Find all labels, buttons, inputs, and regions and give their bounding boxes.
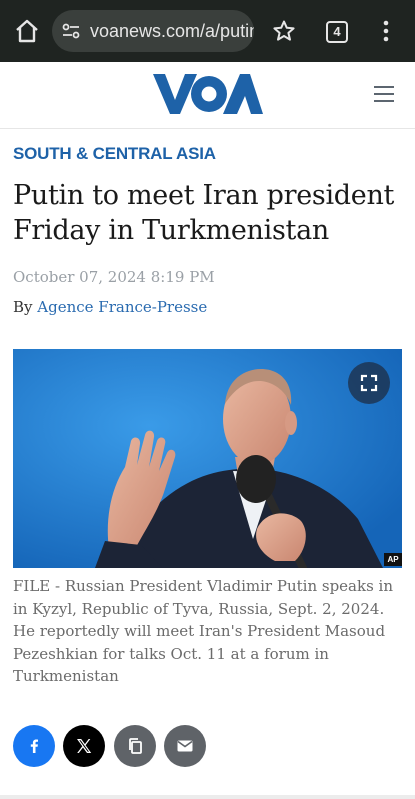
article-category[interactable]: SOUTH & CENTRAL ASIA [13, 144, 216, 164]
author-link[interactable]: Agence France-Presse [37, 298, 207, 316]
email-icon [177, 740, 193, 752]
photo-illustration [13, 349, 402, 568]
photo-credit-badge: AP [384, 553, 402, 566]
fullscreen-button[interactable] [348, 362, 390, 404]
article-byline: By Agence France-Presse [13, 298, 207, 316]
article-headline: Putin to meet Iran president Friday in T… [13, 180, 395, 246]
fullscreen-icon [360, 374, 378, 392]
byline-prefix: By [13, 298, 33, 316]
home-icon[interactable] [14, 18, 40, 44]
address-bar[interactable]: voanews.com/a/putin [52, 10, 254, 52]
more-vert-icon[interactable] [381, 19, 391, 43]
facebook-icon [30, 739, 38, 753]
photo-caption: FILE - Russian President Vladimir Putin … [13, 577, 394, 685]
url-text[interactable]: voanews.com/a/putin [90, 21, 254, 42]
share-facebook-button[interactable] [13, 725, 55, 767]
copy-icon [129, 738, 142, 754]
menu-icon[interactable] [374, 86, 394, 102]
voa-logo[interactable] [153, 72, 263, 116]
share-email-button[interactable] [164, 725, 206, 767]
x-logo-icon [77, 739, 92, 753]
star-icon[interactable] [272, 19, 296, 43]
article-date: October 07, 2024 8:19 PM [13, 268, 215, 286]
tabs-icon[interactable]: 4 [326, 21, 348, 43]
browser-toolbar: voanews.com/a/putin 4 [0, 0, 415, 62]
article-photo[interactable] [13, 349, 402, 568]
share-x-button[interactable] [63, 725, 105, 767]
site-settings-icon[interactable] [62, 22, 80, 40]
section-divider [0, 795, 415, 799]
copy-link-button[interactable] [114, 725, 156, 767]
